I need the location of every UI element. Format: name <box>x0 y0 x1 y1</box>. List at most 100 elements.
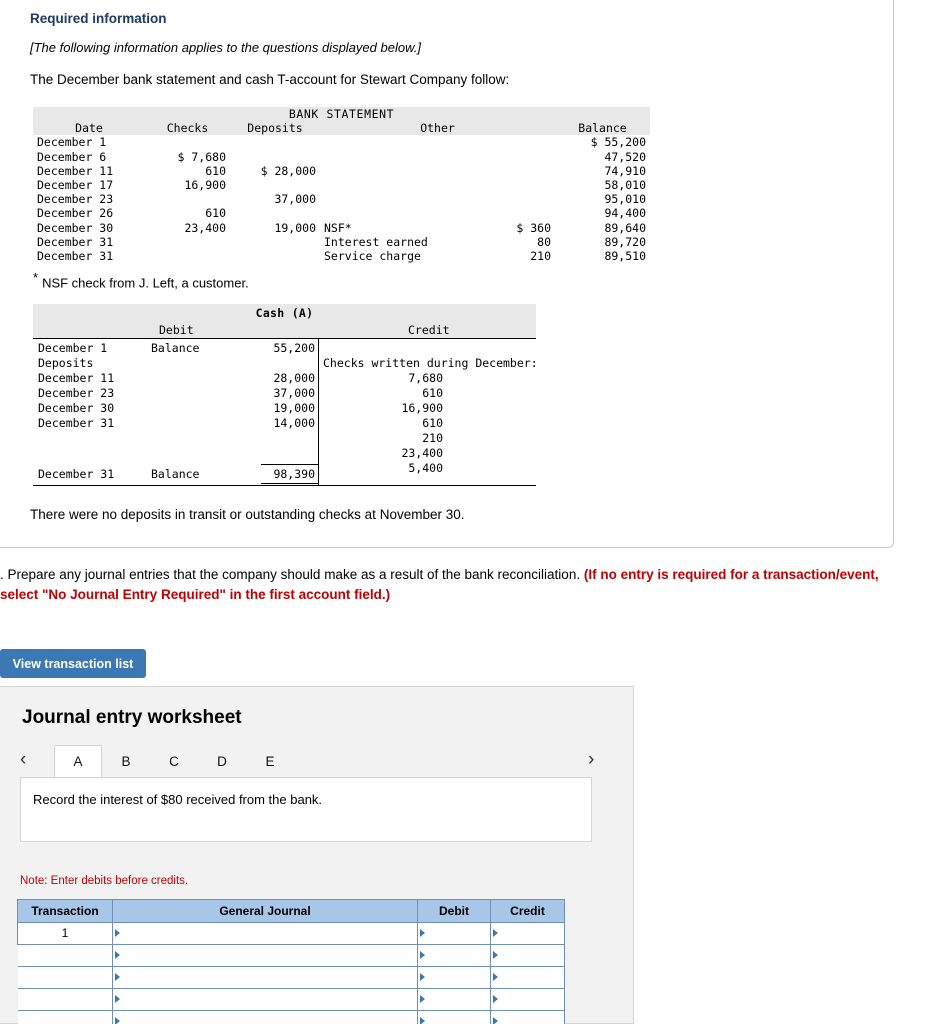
row-other-amount: 210 <box>530 249 551 264</box>
journal-entry-worksheet-panel: Journal entry worksheet ‹ A B C D E › Re… <box>0 686 634 1024</box>
credit-input[interactable] <box>490 944 565 967</box>
cash-debit-amount: 55,200 <box>273 341 315 355</box>
next-tab-arrow-icon[interactable]: › <box>588 749 594 771</box>
cash-debit-date: December 30 <box>38 401 115 415</box>
col-header-date: Date <box>33 121 145 136</box>
row-deposits: 37,000 <box>274 192 316 207</box>
general-journal-input[interactable] <box>112 966 418 989</box>
row-checks: $ 7,680 <box>177 149 226 164</box>
cash-debit-date: Deposits <box>38 356 94 370</box>
row-other-amount <box>445 206 555 220</box>
row-date: December 11 <box>37 163 114 178</box>
general-journal-input[interactable] <box>112 988 418 1011</box>
prepare-prefix: . Prepare any journal entries that the c… <box>0 567 584 582</box>
row-other-label <box>320 164 445 178</box>
general-journal-input[interactable] <box>112 1010 418 1024</box>
tab-d[interactable]: D <box>198 745 246 777</box>
table-row: 1 <box>17 922 565 945</box>
cash-credit-amount: 610 <box>422 386 443 400</box>
row-date: December 17 <box>37 178 114 193</box>
table-row: December 1 $ 55,200 <box>33 135 650 149</box>
cash-ending-balance-row: December 31 Balance 98,390 <box>33 457 536 484</box>
cash-credit-amount: 7,680 <box>408 371 443 385</box>
credit-input[interactable] <box>490 966 565 989</box>
row-checks: 610 <box>205 163 226 178</box>
debit-input[interactable] <box>417 944 491 967</box>
closing-note: There were no deposits in transit or out… <box>30 507 465 522</box>
tab-a[interactable]: A <box>54 745 102 777</box>
row-deposits <box>230 135 320 149</box>
bank-statement-table: BANK STATEMENT Date Checks Deposits Othe… <box>33 107 650 263</box>
debit-input[interactable] <box>417 988 491 1011</box>
cash-credit-amount: 610 <box>422 416 443 430</box>
row-date: December 1 <box>37 135 107 150</box>
row-deposits: 19,000 <box>274 220 316 235</box>
row-other-label <box>320 178 445 192</box>
cash-ending-date: December 31 <box>38 467 115 481</box>
footnote-text: NSF check from J. Left, a customer. <box>42 275 249 291</box>
debit-input[interactable] <box>417 922 491 945</box>
tab-c[interactable]: C <box>150 745 198 777</box>
table-row: December 30 23,400 19,000 NSF* $ 360 89,… <box>33 221 650 235</box>
cash-ending-label: Balance <box>151 467 200 481</box>
cash-debit-amount: 37,000 <box>273 386 315 400</box>
table-row <box>17 966 565 989</box>
row-date: December 30 <box>37 220 114 235</box>
prev-tab-arrow-icon[interactable]: ‹ <box>20 749 26 771</box>
row-other-amount <box>445 150 555 164</box>
cash-account-body: December 1 Balance 55,200 Deposits Decem… <box>33 339 538 486</box>
tab-e[interactable]: E <box>246 745 294 777</box>
dropdown-caret-icon <box>420 1017 425 1024</box>
table-row <box>17 944 565 967</box>
row-balance: $ 55,200 <box>590 135 646 150</box>
dropdown-caret-icon <box>493 951 498 959</box>
journal-entry-grid: Transaction General Journal Debit Credit… <box>17 899 565 1024</box>
debit-input[interactable] <box>417 966 491 989</box>
row-other-label <box>320 135 445 149</box>
dropdown-caret-icon <box>420 995 425 1003</box>
table-row: December 6 $ 7,680 47,520 <box>33 150 650 164</box>
bank-statement-title-row: BANK STATEMENT <box>33 107 650 122</box>
col-header-credit: Credit <box>490 899 565 923</box>
row-other-amount <box>445 192 555 206</box>
transaction-number <box>17 1010 113 1024</box>
row-balance: 95,010 <box>604 192 646 207</box>
row-balance: 94,400 <box>604 206 646 221</box>
credit-input[interactable] <box>490 1010 565 1024</box>
row-deposits <box>230 150 320 164</box>
row-other-label: Service charge <box>324 249 421 264</box>
required-information-panel: Required information [The following info… <box>0 0 894 548</box>
general-journal-input[interactable] <box>112 922 418 945</box>
row-checks <box>145 192 230 206</box>
view-transaction-list-button[interactable]: View transaction list <box>0 649 146 678</box>
credit-input[interactable] <box>490 988 565 1011</box>
row-date: December 23 <box>37 192 114 207</box>
dropdown-caret-icon <box>493 1017 498 1024</box>
intro-text: The December bank statement and cash T-a… <box>30 72 510 87</box>
dropdown-caret-icon <box>115 951 120 959</box>
col-header-checks: Checks <box>145 121 230 136</box>
row-other-amount: 80 <box>537 234 551 249</box>
prepare-instruction: . Prepare any journal entries that the c… <box>0 565 900 605</box>
debit-input[interactable] <box>417 1010 491 1024</box>
worksheet-note: Note: Enter debits before credits. <box>20 875 189 887</box>
row-checks: 16,900 <box>184 178 226 193</box>
cash-account-title: Cash (A) <box>33 304 536 322</box>
row-other-label <box>320 150 445 164</box>
credit-input[interactable] <box>490 922 565 945</box>
journal-grid-header-row: Transaction General Journal Debit Credit <box>17 899 565 923</box>
cash-credit-caption: Checks written during December: <box>323 356 538 370</box>
dropdown-caret-icon <box>493 929 498 937</box>
cash-debit-header: Debit <box>159 323 194 337</box>
dropdown-caret-icon <box>115 929 120 937</box>
tab-b[interactable]: B <box>102 745 150 777</box>
cash-credit-header: Credit <box>408 323 450 337</box>
table-row: December 11 610 $ 28,000 74,910 <box>33 164 650 178</box>
page-root: Required information [The following info… <box>0 0 948 1024</box>
cash-ending-underline-bottom <box>261 483 318 484</box>
row-checks: 23,400 <box>184 220 226 235</box>
general-journal-input[interactable] <box>112 944 418 967</box>
cash-debit-date: December 1 <box>38 341 108 355</box>
cash-account-subheader: Debit Credit <box>33 322 536 339</box>
row-deposits: $ 28,000 <box>260 163 316 178</box>
